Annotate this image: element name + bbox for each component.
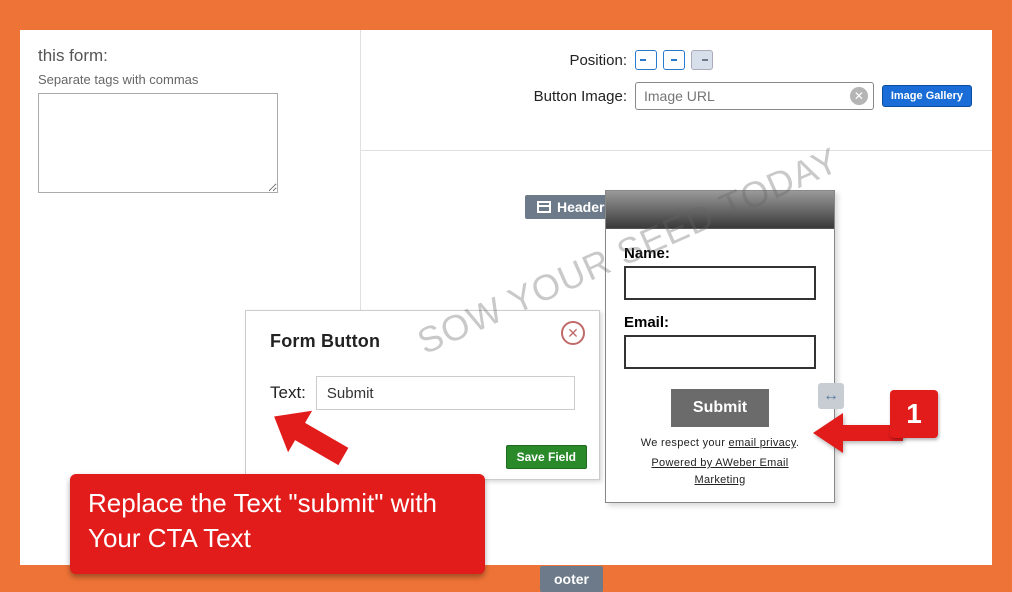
button-image-label: Button Image:	[530, 88, 635, 105]
close-icon[interactable]: ✕	[561, 321, 585, 345]
align-center-button[interactable]	[663, 50, 685, 70]
name-input[interactable]	[624, 266, 816, 300]
email-label: Email:	[624, 314, 816, 331]
tag-panel-heading: this form:	[38, 46, 322, 66]
position-group	[635, 50, 713, 70]
form-header	[606, 191, 834, 229]
save-field-button[interactable]: Save Field	[506, 445, 587, 469]
resize-handle-icon[interactable]: ↔	[818, 383, 844, 409]
position-label: Position:	[530, 52, 635, 69]
email-input[interactable]	[624, 335, 816, 369]
tag-panel: this form: Separate tags with commas	[20, 30, 340, 198]
footer-section-tab[interactable]: ooter	[540, 566, 603, 592]
submit-button[interactable]: Submit	[671, 389, 769, 427]
form-button-popover: ✕ Form Button Text: Save Field	[245, 310, 600, 480]
header-icon	[537, 201, 551, 213]
button-text-input[interactable]	[316, 376, 575, 410]
privacy-link[interactable]: email privacy	[729, 437, 796, 449]
editor-canvas: this form: Separate tags with commas Pos…	[20, 30, 992, 565]
tag-panel-hint: Separate tags with commas	[38, 72, 322, 87]
tags-input[interactable]	[38, 93, 278, 193]
step-badge-1: 1	[890, 390, 938, 438]
image-url-input[interactable]	[635, 82, 874, 110]
signup-form: ↔ Name: Email: Submit We respect your em…	[605, 190, 835, 503]
header-tab-label: Header	[557, 199, 604, 215]
clear-url-icon[interactable]: ✕	[850, 87, 868, 105]
privacy-text: We respect your email privacy.	[624, 437, 816, 449]
popover-title: Form Button	[270, 331, 575, 352]
annotation-callout: Replace the Text "submit" with Your CTA …	[70, 474, 485, 574]
align-right-button[interactable]	[691, 50, 713, 70]
button-properties: Position: Button Image: ✕ Image Gallery	[380, 30, 992, 122]
align-left-button[interactable]	[635, 50, 657, 70]
name-label: Name:	[624, 245, 816, 262]
image-gallery-button[interactable]: Image Gallery	[882, 85, 972, 107]
header-section-tab[interactable]: Header	[525, 195, 616, 219]
horizontal-divider	[360, 150, 992, 151]
powered-by-link[interactable]: Powered by AWeber EmailMarketing	[624, 455, 816, 488]
